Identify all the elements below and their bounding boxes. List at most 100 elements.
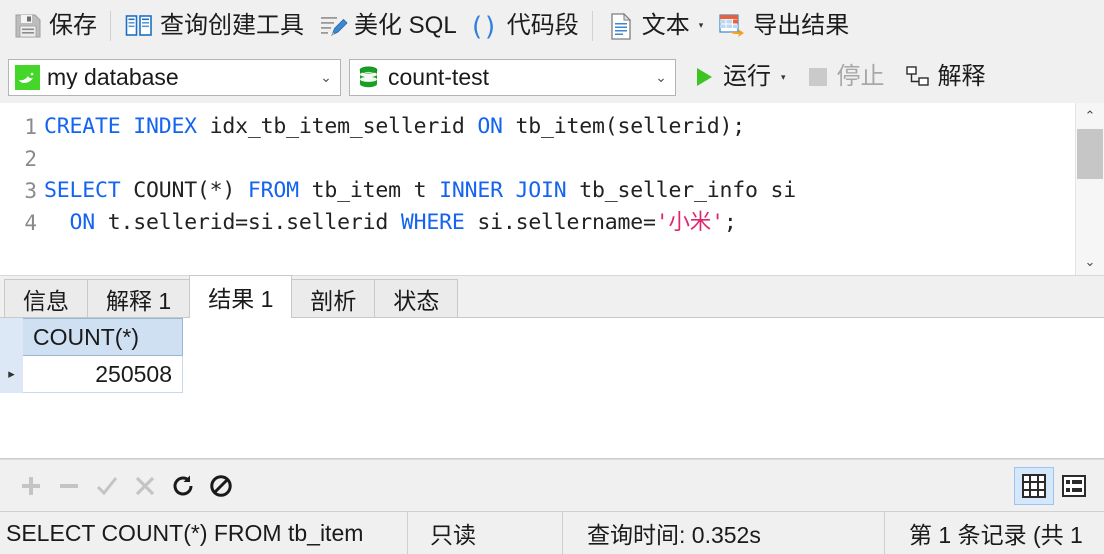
- export-result-icon: [717, 11, 747, 41]
- beautify-sql-label: 美化 SQL: [354, 11, 457, 39]
- sql-text: tb_seller_info si: [566, 178, 796, 203]
- sql-string: '小米': [655, 210, 724, 235]
- sql-keyword: CREATE INDEX: [44, 114, 197, 139]
- tab-status[interactable]: 状态: [374, 279, 459, 317]
- text-document-icon: [606, 11, 636, 41]
- save-button[interactable]: 保存: [6, 6, 104, 46]
- connection-name: my database: [47, 65, 179, 89]
- line-number: 1: [24, 115, 37, 139]
- status-readonly: 只读: [408, 512, 563, 554]
- stop-loading-button[interactable]: [204, 469, 238, 503]
- confirm-edit-button: [90, 469, 124, 503]
- stop-square-icon: [806, 65, 830, 89]
- code-snippet-button[interactable]: ( ) 代码段: [464, 6, 586, 46]
- current-row-arrow-icon: ▸: [0, 355, 23, 393]
- sql-keyword: FROM: [247, 178, 299, 203]
- plus-icon: [22, 476, 40, 495]
- sql-text: idx_tb_item_sellerid: [196, 114, 478, 139]
- sql-keyword: SELECT: [44, 178, 121, 203]
- toolbar-separator-2: [591, 10, 593, 41]
- scrollbar-thumb[interactable]: [1077, 129, 1103, 179]
- code-line: CREATE INDEX idx_tb_item_sellerid ON tb_…: [44, 111, 1075, 143]
- sql-editor-window: 保存 查询创建工具 美化 SQL () 代码段 文本 ▾ 导出结果 my da…: [0, 0, 1104, 554]
- chevron-down-icon[interactable]: ⌄: [1076, 249, 1104, 275]
- table-header-row: COUNT(*): [0, 318, 183, 356]
- schema-select[interactable]: count-test ⌄: [349, 58, 676, 96]
- stop-button: 停止: [798, 57, 889, 97]
- form-view-button[interactable]: [1054, 467, 1094, 505]
- query-builder-button[interactable]: 查询创建工具: [117, 6, 311, 46]
- tab-info[interactable]: 信息: [4, 279, 88, 317]
- editor-vertical-scrollbar[interactable]: ⌃ ⌄: [1075, 103, 1104, 275]
- explain-label: 解释: [937, 63, 986, 90]
- result-tabs: 信息 解释 1 结果 1 剖析 状态: [0, 275, 1104, 318]
- tab-result[interactable]: 结果 1: [189, 275, 293, 318]
- sql-text: tb_item(sellerid);: [502, 114, 746, 139]
- sql-text: t.sellerid=si.sellerid: [95, 210, 401, 235]
- explain-button[interactable]: 解释: [897, 57, 990, 97]
- column-header-count[interactable]: COUNT(*): [22, 318, 183, 356]
- sql-code-area[interactable]: CREATE INDEX idx_tb_item_sellerid ON tb_…: [44, 103, 1075, 275]
- save-label: 保存: [49, 11, 97, 39]
- tab-label: 剖析: [310, 287, 357, 314]
- chevron-down-icon[interactable]: ▾: [699, 21, 704, 30]
- chevron-up-icon[interactable]: ⌃: [1076, 103, 1104, 129]
- sql-text: COUNT(*): [120, 178, 248, 203]
- play-triangle-icon: [692, 65, 716, 89]
- result-table: COUNT(*) ▸ 250508: [0, 318, 183, 393]
- run-button[interactable]: 运行 ▾: [684, 57, 790, 97]
- grid-toolbar: [0, 459, 1104, 511]
- tab-label: 信息: [23, 287, 69, 314]
- floppy-disk-icon: [13, 11, 43, 41]
- refresh-icon: [173, 475, 193, 495]
- line-number-gutter: 1 2 3 4: [0, 103, 44, 275]
- sql-keyword: WHERE: [400, 210, 465, 235]
- tab-label: 结果 1: [208, 286, 274, 312]
- form-view-icon: [1062, 474, 1086, 497]
- run-label: 运行: [723, 63, 771, 90]
- table-row[interactable]: ▸ 250508: [0, 355, 183, 393]
- row-header-corner: [0, 318, 23, 356]
- text-format-label: 文本: [641, 11, 690, 39]
- cell-count-value[interactable]: 250508: [22, 355, 183, 393]
- connection-select[interactable]: my database ⌄: [8, 58, 341, 96]
- export-result-button[interactable]: 导出结果: [710, 6, 856, 46]
- text-format-button[interactable]: 文本 ▾: [599, 6, 711, 46]
- explain-plan-icon: [905, 64, 931, 90]
- sql-keyword: ON: [69, 210, 96, 235]
- svg-text:): ): [485, 12, 495, 41]
- cancel-edit-button: [128, 469, 162, 503]
- query-builder-icon: [124, 11, 154, 41]
- minus-icon: [60, 483, 78, 488]
- connection-toolbar: my database ⌄ count-test ⌄ 运行 ▾ 停止 解释: [0, 51, 1104, 103]
- beautify-sql-button[interactable]: 美化 SQL: [311, 6, 464, 46]
- code-line: ON t.sellerid=si.sellerid WHERE si.selle…: [44, 207, 1075, 239]
- code-snippet-label: 代码段: [506, 11, 579, 39]
- code-snippet-icon: ( ): [471, 11, 501, 42]
- sql-editor[interactable]: 1 2 3 4 CREATE INDEX idx_tb_item_selleri…: [0, 103, 1104, 276]
- tab-label: 状态: [393, 287, 440, 314]
- schema-name: count-test: [388, 65, 489, 89]
- chevron-down-icon[interactable]: ⌄: [318, 70, 334, 84]
- export-result-label: 导出结果: [753, 11, 850, 39]
- check-icon: [96, 476, 118, 495]
- sql-text: ;: [723, 210, 737, 235]
- sql-keyword: INNER JOIN: [439, 178, 567, 203]
- status-query-text: SELECT COUNT(*) FROM tb_item: [0, 512, 408, 554]
- delete-record-button: [52, 469, 86, 503]
- sql-keyword: ON: [477, 114, 503, 139]
- status-bar: SELECT COUNT(*) FROM tb_item 只读 查询时间: 0.…: [0, 511, 1104, 554]
- grid-view-icon: [1022, 473, 1046, 498]
- refresh-button[interactable]: [166, 469, 200, 503]
- query-builder-label: 查询创建工具: [160, 11, 304, 39]
- sql-text: si.sellername=: [464, 210, 656, 235]
- tab-explain[interactable]: 解释 1: [87, 279, 191, 317]
- tab-profile[interactable]: 剖析: [291, 279, 376, 317]
- chevron-down-icon[interactable]: ⌄: [653, 70, 669, 84]
- grid-view-button[interactable]: [1014, 466, 1054, 505]
- result-grid[interactable]: COUNT(*) ▸ 250508: [0, 318, 1104, 459]
- chevron-down-icon[interactable]: ▾: [781, 72, 786, 82]
- code-line: SELECT COUNT(*) FROM tb_item t INNER JOI…: [44, 175, 1075, 207]
